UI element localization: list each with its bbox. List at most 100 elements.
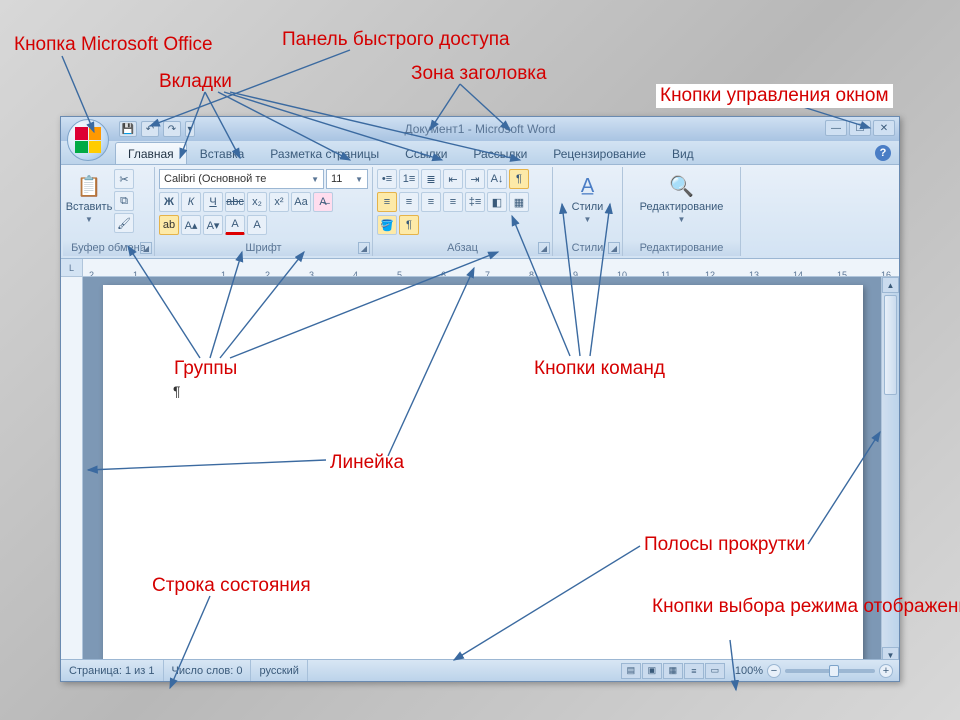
group-font: Calibri (Основной те▼ 11▼ Ж К Ч abc x₂ x…: [155, 167, 373, 256]
annotation-scrollbars: Полосы прокрутки: [640, 533, 809, 557]
cut-button[interactable]: ✂: [114, 169, 134, 189]
view-draft[interactable]: ▭: [705, 663, 725, 679]
numbering-button[interactable]: 1≡: [399, 169, 419, 189]
group-clipboard-label: Буфер обмена◢: [63, 240, 154, 256]
bold-button[interactable]: Ж: [159, 192, 179, 212]
underline-button[interactable]: Ч: [203, 192, 223, 212]
status-page[interactable]: Страница: 1 из 1: [61, 660, 164, 681]
vscroll-thumb[interactable]: [884, 295, 897, 395]
justify-button[interactable]: ≡: [443, 192, 463, 212]
strikethrough-button[interactable]: abc: [225, 192, 245, 212]
ribbon-tabs: Главная Вставка Разметка страницы Ссылки…: [61, 141, 899, 165]
shading-button[interactable]: ◧: [487, 192, 507, 212]
view-outline[interactable]: ≡: [684, 663, 704, 679]
minimize-button[interactable]: —: [825, 120, 847, 136]
annotation-statusbar: Строка состояния: [148, 574, 315, 598]
qat-customize-button[interactable]: ▾: [185, 121, 195, 137]
format-painter-button[interactable]: 🖌: [114, 213, 134, 233]
horizontal-ruler[interactable]: L 2112345678910111213141516: [61, 259, 899, 277]
sort-button[interactable]: A↓: [487, 169, 507, 189]
zoom-slider[interactable]: [785, 669, 875, 673]
line-spacing-button[interactable]: ‡≡: [465, 192, 485, 212]
font-size-combo[interactable]: 11▼: [326, 169, 368, 189]
tab-mailings[interactable]: Рассылки: [460, 142, 540, 164]
styles-label: Стили: [572, 202, 604, 213]
bullets-button[interactable]: •≡: [377, 169, 397, 189]
align-left-button[interactable]: ≡: [377, 192, 397, 212]
zoom-in-button[interactable]: +: [879, 664, 893, 678]
view-full-screen[interactable]: ▣: [642, 663, 662, 679]
font-name-combo[interactable]: Calibri (Основной те▼: [159, 169, 324, 189]
superscript-button[interactable]: x²: [269, 192, 289, 212]
editing-label: Редактирование: [640, 202, 724, 213]
subscript-button[interactable]: x₂: [247, 192, 267, 212]
paste-label: Вставить: [66, 202, 113, 213]
view-web-layout[interactable]: ▦: [663, 663, 683, 679]
paragraph-launcher[interactable]: ◢: [538, 242, 550, 254]
highlight-button[interactable]: ab: [159, 215, 179, 235]
indent-inc-button[interactable]: ⇥: [465, 169, 485, 189]
help-button[interactable]: ?: [875, 145, 891, 161]
zoom-value[interactable]: 100%: [735, 665, 763, 677]
editing-button[interactable]: 🔍 Редактирование ▼: [640, 169, 724, 227]
find-icon: 🔍: [668, 172, 696, 200]
change-case-button[interactable]: Aa: [291, 192, 311, 212]
tab-page-layout[interactable]: Разметка страницы: [257, 142, 392, 164]
tab-view[interactable]: Вид: [659, 142, 707, 164]
status-words[interactable]: Число слов: 0: [164, 660, 252, 681]
annotation-title-zone: Зона заголовка: [407, 62, 551, 86]
group-paragraph: •≡ 1≡ ≣ ⇤ ⇥ A↓ ¶ ≡ ≡ ≡ ≡ ‡≡ ◧ ▦: [373, 167, 553, 256]
titlebar: 💾 ↶ ↷ ▾ Документ1 - Microsoft Word — ☐ ✕: [61, 117, 899, 141]
multilevel-button[interactable]: ≣: [421, 169, 441, 189]
tab-references[interactable]: Ссылки: [392, 142, 460, 164]
window-controls: — ☐ ✕: [825, 120, 895, 136]
grow-font-button[interactable]: A▴: [181, 215, 201, 235]
zoom-controls: 100% − +: [729, 664, 899, 678]
annotation-tabs: Вкладки: [155, 70, 236, 94]
align-right-button[interactable]: ≡: [421, 192, 441, 212]
styles-launcher[interactable]: ◢: [608, 242, 620, 254]
tab-home[interactable]: Главная: [115, 142, 187, 164]
group-clipboard: 📋 Вставить ▼ ✂ ⧉ 🖌 Буфер обмена◢: [63, 167, 155, 256]
paste-button[interactable]: 📋 Вставить ▼: [67, 169, 111, 227]
group-paragraph-label: Абзац◢: [373, 240, 552, 256]
indent-dec-button[interactable]: ⇤: [443, 169, 463, 189]
fill-button[interactable]: 🪣: [377, 215, 397, 235]
ribbon: 📋 Вставить ▼ ✂ ⧉ 🖌 Буфер обмена◢ Calibri…: [61, 165, 899, 259]
styles-button[interactable]: A̲ Стили ▼: [566, 169, 610, 227]
tab-insert[interactable]: Вставка: [187, 142, 258, 164]
close-button[interactable]: ✕: [873, 120, 895, 136]
zoom-slider-knob[interactable]: [829, 665, 839, 677]
qat-undo-button[interactable]: ↶: [141, 121, 159, 137]
shrink-font-button[interactable]: A▾: [203, 215, 223, 235]
annotation-ruler: Линейка: [326, 451, 408, 475]
scroll-up-button[interactable]: ▲: [882, 277, 899, 293]
ruler-corner[interactable]: L: [61, 259, 83, 276]
borders-button[interactable]: ▦: [509, 192, 529, 212]
align-center-button[interactable]: ≡: [399, 192, 419, 212]
clear-format-button[interactable]: A̶: [313, 192, 333, 212]
office-button[interactable]: [67, 119, 109, 161]
pilcrow-button[interactable]: ¶: [399, 215, 419, 235]
zoom-out-button[interactable]: −: [767, 664, 781, 678]
view-mode-buttons: ▤ ▣ ▦ ≡ ▭: [617, 663, 729, 679]
view-print-layout[interactable]: ▤: [621, 663, 641, 679]
maximize-button[interactable]: ☐: [849, 120, 871, 136]
qat-save-button[interactable]: 💾: [119, 121, 137, 137]
qat-redo-button[interactable]: ↷: [163, 121, 181, 137]
annotation-view-buttons: Кнопки выбора режима отображения: [648, 596, 960, 619]
copy-button[interactable]: ⧉: [114, 191, 134, 211]
font-launcher[interactable]: ◢: [358, 242, 370, 254]
vertical-ruler[interactable]: [61, 277, 83, 663]
group-styles: A̲ Стили ▼ Стили ◢: [553, 167, 623, 256]
show-marks-button[interactable]: ¶: [509, 169, 529, 189]
font-color-button[interactable]: A: [225, 215, 245, 235]
group-editing-label: Редактирование: [623, 240, 740, 256]
text-effects-button[interactable]: A: [247, 215, 267, 235]
statusbar: Страница: 1 из 1 Число слов: 0 русский ▤…: [61, 659, 899, 681]
tab-review[interactable]: Рецензирование: [540, 142, 659, 164]
italic-button[interactable]: К: [181, 192, 201, 212]
clipboard-launcher[interactable]: ◢: [140, 242, 152, 254]
annotation-qat: Панель быстрого доступа: [278, 28, 514, 52]
status-lang[interactable]: русский: [251, 660, 307, 681]
